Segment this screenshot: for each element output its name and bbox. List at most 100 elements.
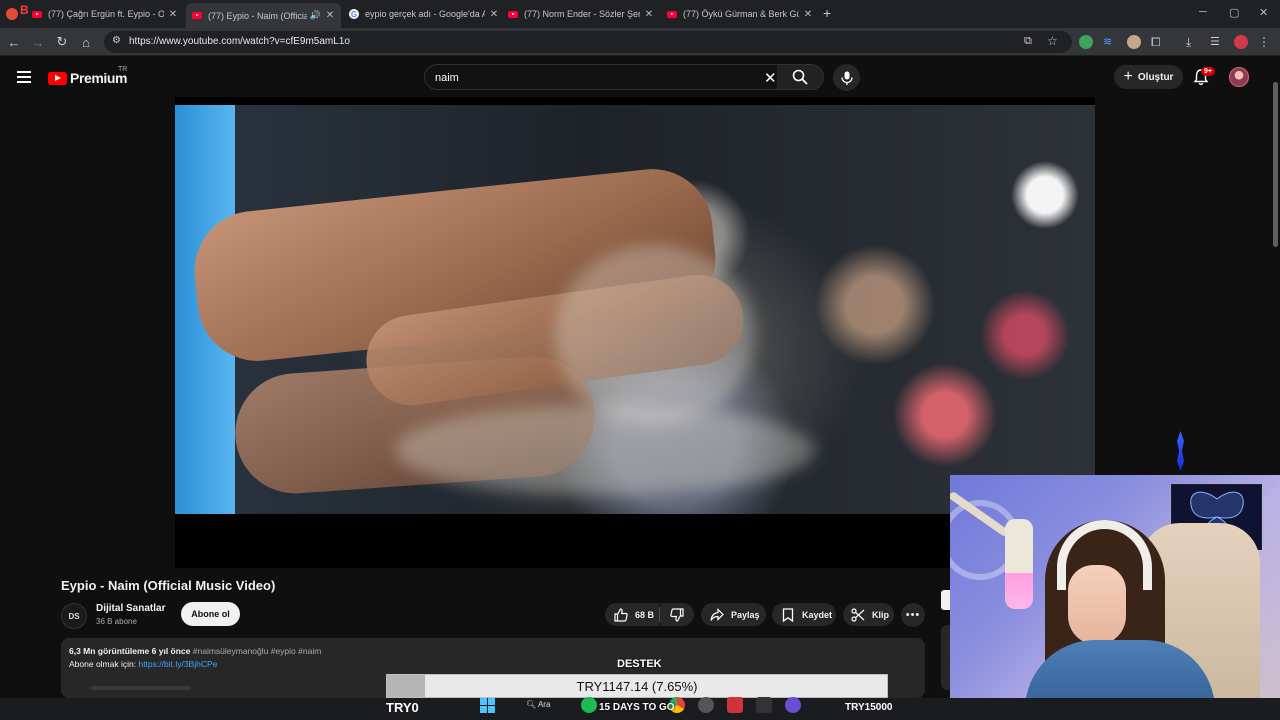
minimize-icon[interactable]: ─	[1199, 6, 1207, 18]
region-code: TR	[118, 66, 128, 73]
hashtags[interactable]: #naimsüleymanoğlu #eypio #naim	[193, 646, 322, 656]
tab-close-icon[interactable]: ✕	[168, 9, 178, 20]
download-icon[interactable]: ⤓	[1186, 35, 1200, 49]
sidebar-chip-edge[interactable]	[941, 590, 950, 610]
search-icon	[792, 69, 808, 85]
browser-toolbar: ← → ↻ ⌂ ⚙ https://www.youtube.com/watch?…	[0, 28, 1280, 56]
speaker-icon[interactable]: 🔊	[310, 10, 321, 21]
google-icon: G	[349, 9, 359, 19]
description-meta: 6,3 Mn görüntüleme 6 yıl önce #naimsüley…	[69, 646, 321, 656]
restore-icon[interactable]: ▢	[1229, 6, 1239, 19]
donation-progress-bar: TRY1147.14 (7.65%)	[386, 674, 888, 698]
scrollbar-thumb[interactable]	[1273, 82, 1278, 247]
app-arrow-icon[interactable]	[756, 697, 772, 713]
profile-avatar-icon[interactable]	[1234, 35, 1248, 49]
search-icon: 🔍︎	[526, 700, 537, 709]
extension-face-icon[interactable]	[1127, 35, 1141, 49]
tab-close-icon[interactable]: ✕	[325, 10, 335, 21]
tab-close-icon[interactable]: ✕	[489, 9, 499, 20]
channel-avatar[interactable]: DS	[61, 603, 87, 629]
clip-button[interactable]: Klip	[843, 603, 894, 626]
install-app-icon[interactable]: ⧉	[1024, 35, 1032, 48]
save-button[interactable]: Kaydet	[772, 603, 836, 626]
tab-oyku-gurman[interactable]: (77) Öykü Gürman & Berk Gürn ✕	[667, 4, 813, 24]
browser-profile-icon[interactable]	[6, 8, 18, 20]
youtube-premium-logo[interactable]: Premium TR	[48, 66, 128, 86]
donation-progress-text: TRY1147.14 (7.65%)	[576, 679, 698, 694]
back-icon[interactable]: ←	[6, 34, 22, 50]
tab-title: (77) Norm Ender - Sözler Şeref	[524, 9, 640, 19]
app-icon[interactable]	[698, 697, 714, 713]
share-label: Paylaş	[731, 609, 760, 620]
browser-tab-strip: B (77) Çağrı Ergün ft. Eypio - Otu ✕ (77…	[0, 0, 1280, 28]
subscribe-prefix: Abone olmak için:	[69, 659, 137, 669]
save-label: Kaydet	[802, 609, 833, 620]
microphone	[1005, 519, 1033, 609]
dislike-button[interactable]	[660, 603, 694, 626]
share-button[interactable]: Paylaş	[701, 603, 766, 626]
browser-b-icon: B	[20, 3, 29, 17]
tab-close-icon[interactable]: ✕	[644, 9, 654, 20]
new-tab-button[interactable]: +	[823, 5, 831, 21]
home-icon[interactable]: ⌂	[78, 34, 94, 50]
plus-icon: +	[1123, 68, 1133, 85]
youtube-icon	[192, 11, 202, 21]
voice-search-button[interactable]	[833, 64, 860, 91]
url-text[interactable]: https://www.youtube.com/watch?v=cfE9m5am…	[129, 36, 350, 47]
menu-icon[interactable]	[17, 71, 31, 86]
clear-search-icon[interactable]: ✕	[764, 69, 777, 87]
bookmark-icon	[780, 607, 796, 623]
extension-green-icon[interactable]	[1079, 35, 1093, 49]
reading-list-icon[interactable]: ☰	[1210, 35, 1224, 49]
search-input[interactable]: naim	[435, 72, 459, 84]
clip-label: Klip	[872, 609, 889, 620]
site-info-icon[interactable]: ⚙	[112, 35, 121, 46]
youtube-icon	[667, 9, 677, 19]
donation-max: TRY15000	[845, 702, 893, 713]
tab-google-search[interactable]: G eypio gerçek adı - Google'da A ✕	[349, 4, 499, 24]
tab-cagri-ergun[interactable]: (77) Çağrı Ergün ft. Eypio - Otu ✕	[32, 4, 178, 24]
app-red-icon[interactable]	[727, 697, 743, 713]
reload-icon[interactable]: ↻	[54, 34, 70, 50]
search-button[interactable]	[777, 65, 823, 89]
days-to-go: 15 DAYS TO GO	[599, 702, 675, 713]
extension-wave-icon[interactable]: ≋	[1103, 35, 1117, 49]
more-actions-icon[interactable]: •••	[901, 603, 925, 627]
like-button[interactable]: 68 B	[605, 603, 659, 626]
channel-name[interactable]: Dijital Sanatlar	[96, 603, 165, 614]
windows-start-icon[interactable]	[480, 698, 495, 713]
video-frame-chalk-hands	[175, 105, 1095, 514]
youtube-icon	[32, 9, 42, 19]
taskbar-search[interactable]: 🔍︎ Ara	[526, 700, 550, 709]
window-close-icon[interactable]: ✕	[1259, 6, 1268, 19]
subscriber-count: 36 B abone	[96, 617, 137, 626]
extensions-puzzle-icon[interactable]: ⧠	[1151, 35, 1165, 49]
media-player-icon[interactable]	[785, 697, 801, 713]
blue-cursor-marker-icon	[1177, 431, 1184, 471]
microphone-icon	[840, 71, 853, 85]
create-button[interactable]: + Oluştur	[1114, 65, 1183, 89]
donation-min: TRY0	[386, 700, 419, 715]
account-avatar[interactable]	[1229, 67, 1249, 87]
subscribe-button[interactable]: Abone ol	[181, 602, 240, 626]
bookmark-star-icon[interactable]: ☆	[1047, 34, 1058, 48]
tab-eypio-naim[interactable]: (77) Eypio - Naim (Official M 🔊 ✕	[186, 3, 341, 28]
search-box[interactable]: naim ✕	[424, 64, 824, 90]
subscribe-link[interactable]: https://bit.ly/3BjhCPe	[138, 659, 217, 669]
spotify-icon[interactable]	[581, 697, 597, 713]
tab-title: (77) Çağrı Ergün ft. Eypio - Otu	[48, 9, 164, 19]
forward-icon[interactable]: →	[30, 34, 46, 50]
tab-close-icon[interactable]: ✕	[803, 9, 813, 20]
tab-title: eypio gerçek adı - Google'da A	[365, 9, 485, 19]
thumbs-down-icon	[669, 607, 685, 623]
donation-goal-title: DESTEK	[617, 658, 662, 670]
views-and-date: 6,3 Mn görüntüleme 6 yıl önce	[69, 646, 191, 656]
tab-norm-ender[interactable]: (77) Norm Ender - Sözler Şeref ✕	[508, 4, 654, 24]
browser-menu-icon[interactable]: ⋮	[1258, 35, 1272, 49]
youtube-play-icon	[48, 71, 67, 85]
screen: { "browser": { "tabs": [ {"title": "(77)…	[0, 0, 1280, 720]
thumbs-up-icon	[613, 607, 629, 623]
sidebar-card-edge[interactable]	[941, 625, 950, 690]
address-bar[interactable]: ⚙ https://www.youtube.com/watch?v=cfE9m5…	[104, 31, 1072, 53]
notification-badge: 9+	[1201, 67, 1215, 76]
